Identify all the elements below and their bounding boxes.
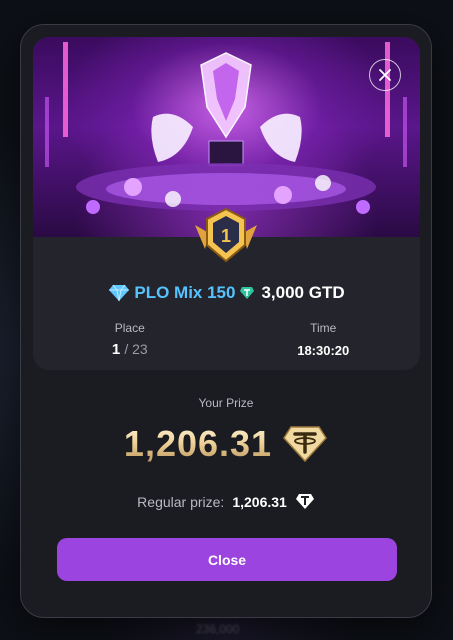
gold-medal-icon: 1 [193, 205, 259, 269]
place-badge: 1 [221, 226, 231, 246]
tether-icon [283, 426, 328, 463]
background-amount: 236,000 [196, 622, 240, 636]
tether-icon [240, 287, 255, 299]
prize-amount: 1,206.31 [123, 423, 273, 464]
place-value: 1 [111, 341, 121, 358]
tournament-card: 1 PLO Mix 150 3,000 GTD Place 1 / 23 Tim… [33, 37, 420, 370]
tournament-prize-pool: 3,000 GTD [261, 283, 345, 302]
place-stat: Place 1 / 23 [33, 321, 227, 358]
prize-modal: 1 PLO Mix 150 3,000 GTD Place 1 / 23 Tim… [20, 24, 432, 618]
tournament-name: PLO Mix 150 [134, 283, 236, 302]
result-stats: Place 1 / 23 Time 18:30:20 [33, 321, 420, 358]
tether-icon [295, 494, 314, 509]
place-label: Place [114, 321, 145, 335]
your-prize-label: Your Prize [198, 396, 254, 410]
regular-prize-label: Regular prize: [137, 493, 225, 510]
tournament-row: PLO Mix 150 3,000 GTD [33, 283, 420, 303]
close-x-button[interactable] [369, 59, 401, 91]
place-value-row: 1 / 23 [33, 341, 227, 358]
regular-prize-row: Regular prize: 1,206.31 [21, 493, 431, 510]
diamond-icon [109, 284, 130, 302]
close-icon [379, 69, 391, 81]
time-label: Time [310, 321, 337, 335]
prize-amount-row: 1,206.31 [21, 423, 431, 465]
time-stat: Time 18:30:20 [227, 321, 421, 358]
time-value: 18:30:20 [297, 343, 350, 358]
regular-prize-value: 1,206.31 [232, 493, 287, 510]
place-total: / 23 [124, 341, 148, 357]
close-button[interactable]: Close [57, 538, 397, 581]
